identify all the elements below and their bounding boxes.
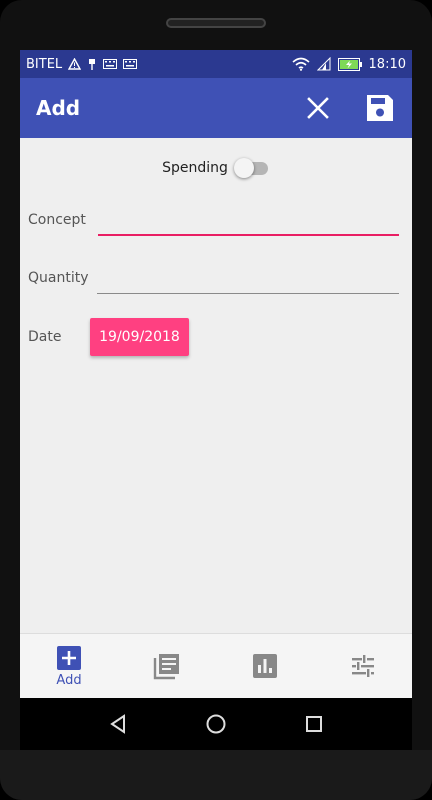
- app-bar: Add: [20, 78, 412, 138]
- nav-item-settings[interactable]: [314, 634, 412, 698]
- spending-switch-label: Spending: [162, 160, 228, 176]
- chart-icon: [253, 654, 277, 678]
- save-icon: [367, 95, 393, 121]
- screen: BITEL 18:10 Add Spending Concept Quantit…: [20, 50, 412, 698]
- nav-item-add-label: Add: [56, 672, 82, 688]
- concept-input[interactable]: [98, 210, 399, 236]
- add-box-icon: [57, 645, 81, 670]
- back-icon[interactable]: [108, 714, 128, 734]
- speaker-grille: [166, 18, 266, 28]
- close-icon: [307, 97, 329, 119]
- concept-label: Concept: [28, 212, 86, 228]
- keyboard-icon: [103, 59, 118, 69]
- battery-charging-icon: [337, 57, 362, 71]
- carrier-name: BITEL: [26, 56, 63, 72]
- form-content: Spending Concept Quantity Date 19/09/201…: [20, 138, 412, 634]
- nav-item-list[interactable]: [118, 634, 216, 698]
- nav-item-add[interactable]: Add: [20, 634, 118, 698]
- keyboard-icon: [123, 59, 138, 69]
- clock: 18:10: [368, 56, 406, 72]
- spending-switch-row: Spending: [20, 158, 412, 178]
- signal-icon: [316, 57, 331, 71]
- recents-icon[interactable]: [304, 714, 324, 734]
- nav-item-chart[interactable]: [216, 634, 314, 698]
- bottom-bezel: [0, 750, 432, 800]
- close-button[interactable]: [302, 92, 334, 124]
- system-navigation-bar: [20, 698, 412, 750]
- tune-icon: [352, 655, 374, 677]
- save-button[interactable]: [364, 92, 396, 124]
- warning-icon: [68, 58, 82, 70]
- switch-thumb: [233, 158, 254, 178]
- wifi-icon: [292, 57, 310, 71]
- quantity-input[interactable]: [97, 269, 399, 294]
- spending-switch[interactable]: [233, 158, 270, 178]
- quantity-label: Quantity: [28, 270, 89, 286]
- page-title: Add: [36, 96, 81, 120]
- list-icon: [153, 654, 179, 680]
- date-picker-button[interactable]: 19/09/2018: [90, 318, 189, 356]
- status-bar: BITEL 18:10: [20, 50, 412, 78]
- bottom-navigation: Add: [20, 633, 412, 698]
- phone-frame: BITEL 18:10 Add Spending Concept Quantit…: [0, 0, 432, 800]
- date-label: Date: [28, 329, 62, 345]
- usb-icon: [89, 58, 96, 70]
- home-icon[interactable]: [205, 713, 227, 735]
